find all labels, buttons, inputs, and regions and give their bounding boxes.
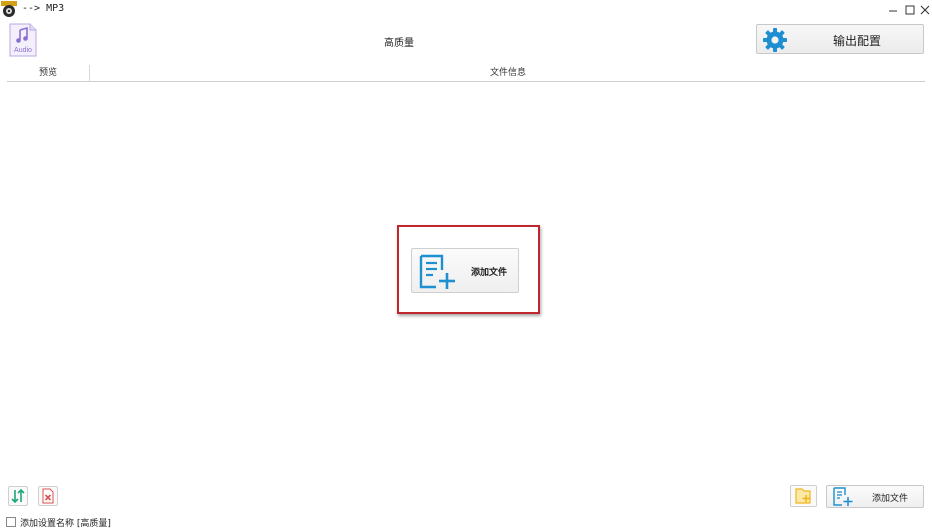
minimize-icon	[889, 10, 897, 12]
profile-title: 高质量	[384, 38, 414, 49]
gear-icon	[763, 28, 787, 52]
app-icon	[1, 1, 17, 17]
title-bar: --> MP3	[0, 0, 932, 20]
add-setting-name-label: 添加设置名称 [高质量]	[20, 519, 111, 528]
minimize-button[interactable]	[886, 2, 900, 16]
add-folder-icon	[795, 488, 811, 504]
maximize-button[interactable]	[903, 2, 917, 16]
output-config-button[interactable]: 输出配置	[756, 24, 924, 54]
add-folder-button[interactable]	[790, 485, 817, 507]
sort-button[interactable]	[8, 486, 28, 506]
close-button[interactable]	[918, 2, 932, 16]
maximize-icon	[905, 5, 915, 15]
delete-button[interactable]	[38, 486, 58, 506]
add-setting-name-checkbox[interactable]	[6, 517, 16, 527]
center-add-file-label: 添加文件	[471, 268, 508, 278]
center-add-file-button[interactable]: 添加文件	[411, 248, 519, 293]
delete-icon	[42, 488, 54, 504]
bottom-add-file-button[interactable]: 添加文件	[826, 485, 924, 508]
audio-file-icon[interactable]: Audio	[8, 23, 38, 57]
add-file-icon	[419, 254, 455, 289]
column-header-preview[interactable]: 预览	[7, 65, 90, 81]
audio-icon-label: Audio	[14, 47, 32, 54]
bottom-add-file-label: 添加文件	[872, 494, 909, 504]
sort-icon	[11, 488, 25, 504]
output-config-label: 输出配置	[833, 34, 882, 48]
add-file-icon	[833, 487, 853, 506]
close-icon	[920, 5, 930, 15]
column-header-file-info[interactable]: 文件信息	[91, 65, 925, 81]
main-window: --> MP3 Audio 高质量 输出配置 预览 文件信息 添加文件 添加文件…	[0, 0, 932, 528]
window-title: --> MP3	[22, 3, 65, 14]
file-list-header: 预览 文件信息	[7, 65, 925, 82]
